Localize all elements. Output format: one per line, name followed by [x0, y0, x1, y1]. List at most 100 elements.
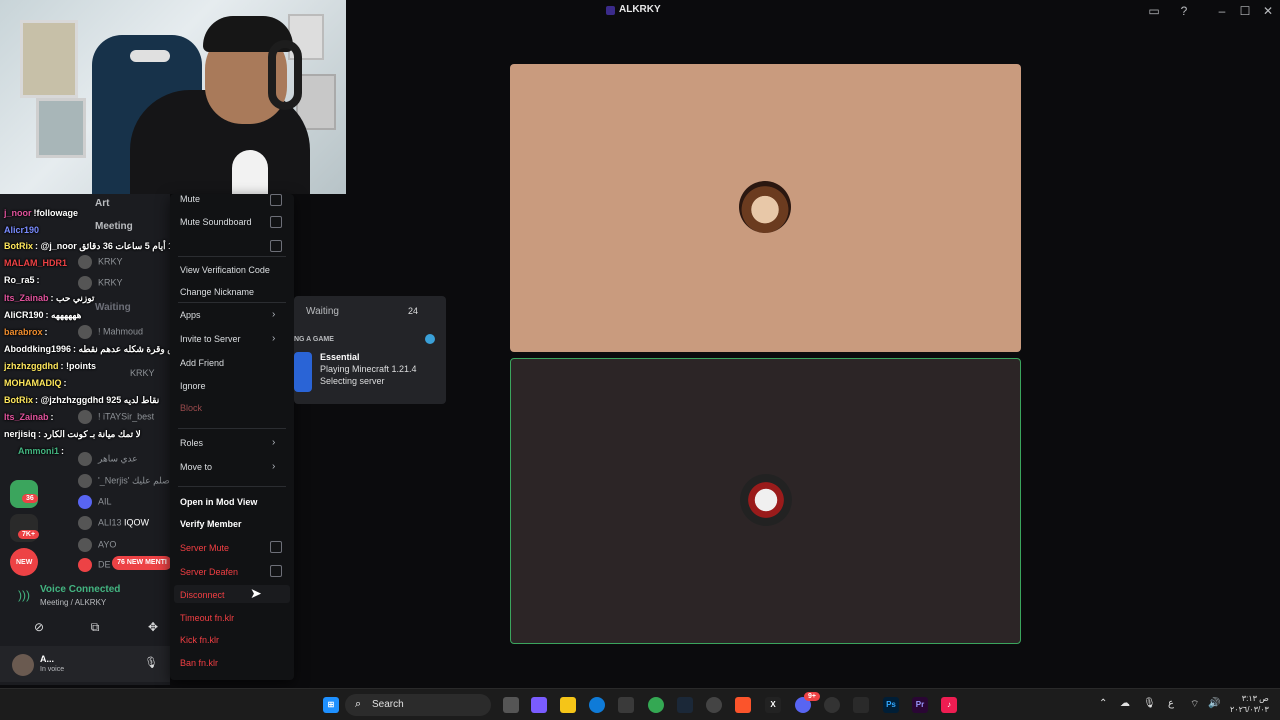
task-view-icon[interactable]: [503, 697, 519, 713]
channel-meeting[interactable]: Meeting: [95, 221, 133, 232]
settings-icon[interactable]: [706, 697, 722, 713]
mic-tray-icon[interactable]: 🎙: [1143, 698, 1156, 709]
member-item[interactable]: KRKY: [130, 368, 155, 378]
menu-view-verification-code[interactable]: View Verification Code: [180, 265, 270, 275]
voice-panel: ))) Voice Connected Meeting / ALKRKY ⊘ ⧉…: [8, 580, 170, 644]
avatar: [78, 495, 92, 509]
cloud-icon[interactable]: ☁: [1120, 698, 1130, 709]
volume-icon[interactable]: 🔊: [1208, 698, 1220, 709]
checkbox[interactable]: [270, 240, 282, 252]
new-mentions-badge[interactable]: 76 NEW MENTI: [112, 556, 172, 570]
screen-share-icon[interactable]: ⧉: [80, 616, 110, 638]
channel-waiting[interactable]: Waiting: [95, 302, 131, 313]
app-icon[interactable]: [853, 697, 869, 713]
member-item[interactable]: AYO: [78, 538, 116, 552]
chat-message: MOHAMADIQ:: [4, 378, 67, 388]
unread-badge: 36: [22, 494, 38, 503]
chevron-up-icon[interactable]: ⌃: [1099, 698, 1107, 709]
wifi-icon[interactable]: ⌔: [1190, 698, 1199, 711]
copilot-icon[interactable]: [531, 697, 547, 713]
windows-start-icon[interactable]: ⊞: [323, 697, 339, 713]
member-item[interactable]: عدي ساهر: [78, 452, 138, 466]
member-item[interactable]: KRKY: [78, 255, 123, 269]
menu-add-friend[interactable]: Add Friend: [180, 358, 224, 368]
menu-invite-to-server[interactable]: Invite to Server: [180, 334, 241, 344]
search-box[interactable]: ⌕ Search: [345, 694, 491, 716]
chevron-right-icon: ›: [272, 309, 276, 320]
avatar: [78, 474, 92, 488]
menu-disconnect[interactable]: Disconnect: [180, 590, 225, 600]
member-item[interactable]: AIL: [78, 495, 112, 509]
webcam-overlay: [0, 0, 346, 194]
menu-mute[interactable]: Mute: [180, 194, 200, 204]
video-tile-speaking[interactable]: [510, 358, 1021, 644]
menu-roles[interactable]: Roles: [180, 438, 203, 448]
maximize-button[interactable]: ☐: [1237, 3, 1253, 19]
chat-message: Ammoni1:: [18, 446, 65, 456]
menu-block[interactable]: Block: [180, 403, 202, 413]
member-item[interactable]: '_Nerjis' صلم عليك: [78, 474, 170, 488]
avatar: [78, 452, 92, 466]
popup-activity-label: NG A GAME: [294, 336, 334, 343]
menu-change-nickname[interactable]: Change Nickname: [180, 287, 254, 297]
member-item[interactable]: DE: [78, 558, 111, 572]
brave-icon[interactable]: [735, 697, 751, 713]
chrome-icon[interactable]: [648, 697, 664, 713]
app-icon: [606, 6, 615, 15]
mute-checkbox[interactable]: [270, 194, 282, 206]
menu-kick[interactable]: Kick fn.klr: [180, 635, 219, 645]
steam-icon[interactable]: [677, 697, 693, 713]
member-item[interactable]: KRKY: [78, 276, 123, 290]
menu-mute-soundboard[interactable]: Mute Soundboard: [180, 217, 252, 227]
microphone-icon[interactable]: 🎙: [144, 656, 158, 669]
x-icon[interactable]: X: [765, 697, 781, 713]
game-icon: [294, 352, 312, 392]
help-icon[interactable]: ?: [1176, 3, 1192, 19]
avatar: [78, 276, 92, 290]
premiere-icon[interactable]: Pr: [912, 697, 928, 713]
member-item[interactable]: ALI13 IQOW: [78, 516, 149, 530]
menu-open-mod-view[interactable]: Open in Mod View: [180, 497, 257, 507]
menu-ignore[interactable]: Ignore: [180, 381, 206, 391]
language-indicator[interactable]: ع: [1168, 698, 1174, 709]
video-tile[interactable]: [510, 64, 1021, 352]
file-explorer-icon[interactable]: [560, 697, 576, 713]
minimize-button[interactable]: –: [1214, 3, 1230, 19]
obs-icon[interactable]: [824, 697, 840, 713]
mute-soundboard-checkbox[interactable]: [270, 216, 282, 228]
channel-art[interactable]: Art: [95, 198, 109, 209]
avatar: [78, 410, 92, 424]
server-deafen-checkbox[interactable]: [270, 565, 282, 577]
voice-status[interactable]: Voice Connected: [40, 584, 120, 595]
participant-avatar: [740, 474, 792, 526]
chevron-right-icon: ›: [272, 437, 276, 448]
edge-icon[interactable]: [589, 697, 605, 713]
close-button[interactable]: ✕: [1260, 3, 1276, 19]
menu-timeout[interactable]: Timeout fn.klr: [180, 613, 234, 623]
activities-icon[interactable]: ✥: [138, 616, 168, 638]
menu-verify-member[interactable]: Verify Member: [180, 519, 242, 529]
chat-message: Ro_ra5:: [4, 275, 40, 285]
menu-move-to[interactable]: Move to: [180, 462, 212, 472]
user-avatar[interactable]: [12, 654, 34, 676]
voice-channel[interactable]: Meeting / ALKRKY: [40, 598, 106, 607]
activity-popup: Waiting 24 NG A GAME Essential Playing M…: [294, 296, 446, 404]
popup-channel-name: Waiting: [306, 306, 339, 317]
menu-server-mute[interactable]: Server Mute: [180, 543, 229, 553]
menu-server-deafen[interactable]: Server Deafen: [180, 567, 238, 577]
menu-ban[interactable]: Ban fn.klr: [180, 658, 218, 668]
member-item[interactable]: ! Mahmoud: [78, 325, 143, 339]
menu-divider: [178, 428, 286, 429]
camera-off-icon[interactable]: ⊘: [24, 616, 54, 638]
avatar: [78, 558, 92, 572]
clock[interactable]: ص ٣:١٣ ٢٠٢٦/٠٣/٠٣: [1230, 693, 1269, 715]
server-mute-checkbox[interactable]: [270, 541, 282, 553]
discord-badge: 9+: [804, 692, 820, 701]
store-icon[interactable]: [618, 697, 634, 713]
game-name: Essential: [320, 352, 360, 362]
tiktok-icon[interactable]: ♪: [941, 697, 957, 713]
photoshop-icon[interactable]: Ps: [883, 697, 899, 713]
member-item[interactable]: ! iTAYSir_best: [78, 410, 154, 424]
screen-icon[interactable]: ▭: [1146, 3, 1162, 19]
menu-apps[interactable]: Apps: [180, 310, 201, 320]
